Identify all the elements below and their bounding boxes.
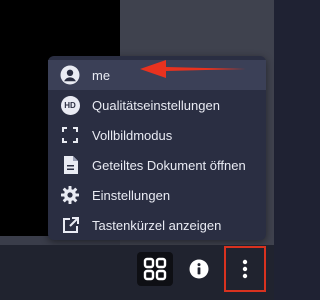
more-actions-button[interactable] bbox=[224, 246, 266, 292]
hd-badge: HD bbox=[60, 95, 80, 115]
overflow-menu: me HD Qualitätseinstellungen Vollbildmod… bbox=[48, 56, 266, 240]
info-button[interactable] bbox=[188, 258, 210, 280]
more-vertical-icon bbox=[242, 259, 248, 279]
fullscreen-icon bbox=[60, 125, 80, 145]
menu-item-keyboard-shortcuts[interactable]: Tastenkürzel anzeigen bbox=[48, 210, 266, 240]
menu-item-quality-settings[interactable]: HD Qualitätseinstellungen bbox=[48, 90, 266, 120]
external-link-icon bbox=[60, 215, 80, 235]
menu-item-label: me bbox=[92, 67, 111, 83]
menu-item-label: Einstellungen bbox=[92, 187, 171, 203]
tile-view-icon bbox=[143, 257, 167, 281]
menu-item-label: Qualitätseinstellungen bbox=[92, 97, 220, 113]
info-icon bbox=[189, 259, 209, 279]
gear-icon bbox=[60, 185, 80, 205]
menu-item-label: Tastenkürzel anzeigen bbox=[92, 217, 222, 233]
hd-icon: HD bbox=[60, 95, 80, 115]
avatar-icon bbox=[60, 65, 80, 85]
menu-item-label: Vollbildmodus bbox=[92, 127, 173, 143]
document-icon bbox=[60, 155, 80, 175]
menu-item-open-shared-document[interactable]: Geteiltes Dokument öffnen bbox=[48, 150, 266, 180]
tile-view-button[interactable] bbox=[137, 252, 173, 286]
annotation-arrow-icon bbox=[140, 60, 246, 78]
menu-item-fullscreen[interactable]: Vollbildmodus bbox=[48, 120, 266, 150]
menu-item-settings[interactable]: Einstellungen bbox=[48, 180, 266, 210]
menu-item-label: Geteiltes Dokument öffnen bbox=[92, 157, 246, 173]
